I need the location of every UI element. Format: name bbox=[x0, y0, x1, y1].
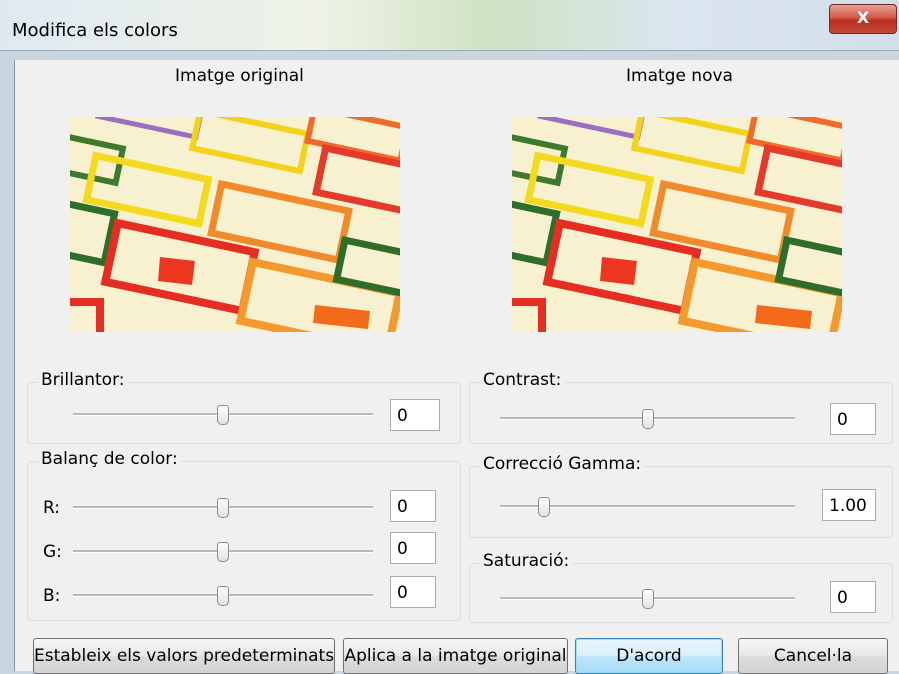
gamma-slider-thumb[interactable] bbox=[538, 497, 551, 517]
title-bar: Modifica els colors X bbox=[0, 0, 899, 51]
gamma-field[interactable]: 1.00 bbox=[822, 489, 876, 521]
close-button[interactable]: X bbox=[829, 4, 897, 34]
contrast-group: Contrast: 0 bbox=[469, 370, 893, 444]
saturation-group: Saturació: 0 bbox=[469, 551, 893, 623]
brightness-label: Brillantor: bbox=[38, 370, 128, 390]
saturation-slider-thumb[interactable] bbox=[641, 589, 654, 609]
green-field[interactable]: 0 bbox=[390, 532, 436, 564]
contrast-slider-track[interactable] bbox=[500, 409, 795, 429]
saturation-slider-track[interactable] bbox=[500, 589, 795, 609]
color-balance-group: Balanç de color: R: 0 G: 0 B: 0 bbox=[27, 449, 461, 621]
green-label: G: bbox=[43, 542, 62, 562]
red-slider-track[interactable] bbox=[73, 498, 373, 518]
red-field[interactable]: 0 bbox=[390, 490, 436, 522]
blue-slider-track[interactable] bbox=[73, 586, 373, 606]
set-defaults-button[interactable]: Estableix els valors predeterminats bbox=[33, 638, 335, 674]
saturation-label: Saturació: bbox=[480, 551, 573, 571]
gamma-label: Correcció Gamma: bbox=[480, 454, 645, 474]
color-balance-label: Balanç de color: bbox=[38, 449, 181, 469]
apply-to-original-button[interactable]: Aplica a la imatge original bbox=[343, 638, 568, 674]
brightness-group: Brillantor: 0 bbox=[27, 370, 461, 444]
original-image-label: Imatge original bbox=[175, 66, 304, 86]
gamma-group: Correcció Gamma: 1.00 bbox=[469, 454, 893, 538]
new-image-label: Imatge nova bbox=[626, 66, 733, 86]
close-icon: X bbox=[856, 8, 870, 27]
contrast-label: Contrast: bbox=[480, 370, 565, 390]
new-image-preview bbox=[512, 117, 842, 332]
red-label: R: bbox=[43, 498, 61, 518]
brightness-slider-thumb[interactable] bbox=[217, 405, 229, 425]
blue-slider-thumb[interactable] bbox=[217, 586, 229, 606]
ok-button[interactable]: D'acord bbox=[575, 638, 723, 674]
gamma-slider-track[interactable] bbox=[500, 497, 795, 517]
contrast-slider-thumb[interactable] bbox=[641, 409, 654, 429]
window-title: Modifica els colors bbox=[12, 20, 178, 41]
brightness-field[interactable]: 0 bbox=[390, 399, 440, 431]
cancel-button[interactable]: Cancel·la bbox=[738, 638, 888, 674]
blue-label: B: bbox=[43, 586, 61, 606]
green-slider-thumb[interactable] bbox=[217, 542, 229, 562]
original-image-art bbox=[70, 117, 400, 332]
saturation-field[interactable]: 0 bbox=[830, 581, 876, 613]
original-image-preview bbox=[70, 117, 400, 332]
green-slider-track[interactable] bbox=[73, 542, 373, 562]
contrast-field[interactable]: 0 bbox=[830, 403, 876, 435]
dialog-body: Imatge original Imatge nova Brillantor: … bbox=[14, 60, 899, 674]
blue-field[interactable]: 0 bbox=[390, 576, 436, 608]
brightness-slider-track[interactable] bbox=[73, 405, 373, 425]
red-slider-thumb[interactable] bbox=[217, 498, 229, 518]
new-image-art bbox=[512, 117, 842, 332]
